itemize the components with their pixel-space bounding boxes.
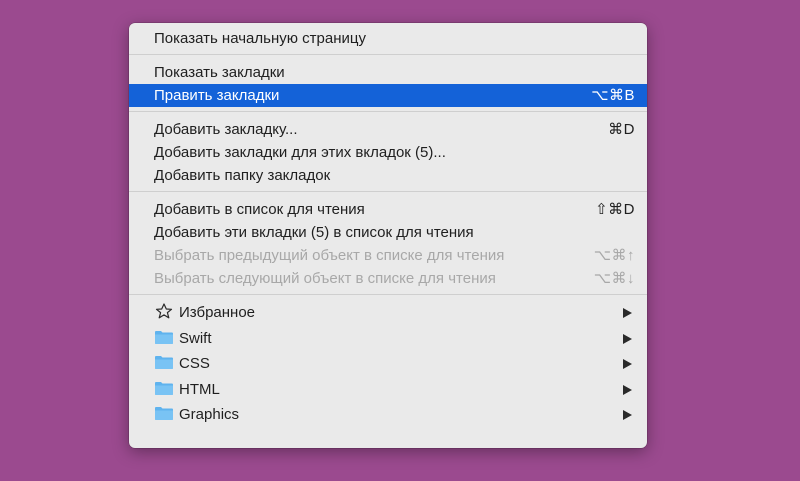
menu-item-add-to-reading-list[interactable]: Добавить в список для чтения ⇧⌘D: [129, 198, 647, 221]
menu-item-folder-swift[interactable]: Swift: [129, 326, 647, 352]
menu-item-shortcut: ⌥⌘B: [591, 87, 635, 104]
menu-item-folder-html[interactable]: HTML: [129, 377, 647, 403]
menu-separator: [129, 191, 647, 192]
menu-item-label: Показать начальную страницу: [154, 30, 366, 47]
menu-item-show-bookmarks[interactable]: Показать закладки: [129, 61, 647, 84]
menu-separator: [129, 111, 647, 112]
star-icon: [155, 303, 173, 319]
menu-item-add-tabs-to-reading-list[interactable]: Добавить эти вкладки (5) в список для чт…: [129, 221, 647, 244]
menu-item-shortcut: ⌘D: [608, 121, 635, 138]
menu-item-label: Graphics: [179, 406, 240, 423]
folder-icon: [155, 407, 173, 420]
menu-item-favorites[interactable]: Избранное: [129, 300, 647, 326]
menu-item-show-start-page[interactable]: Показать начальную страницу: [129, 27, 647, 50]
submenu-arrow-icon: [623, 384, 632, 395]
menu-item-add-bookmarks-for-tabs[interactable]: Добавить закладки для этих вкладок (5)..…: [129, 141, 647, 164]
menu-item-shortcut: ⇧⌘D: [595, 201, 635, 218]
menu-item-label: Править закладки: [154, 87, 280, 104]
menu-item-label: HTML: [179, 380, 220, 398]
menu-item-label: Избранное: [179, 304, 256, 321]
menu-item-label: Показать закладки: [154, 64, 285, 81]
menu-item-label: Выбрать следующий объект в списке для чт…: [154, 270, 496, 287]
menu-item-label: CSS: [179, 355, 210, 372]
menu-item-edit-bookmarks[interactable]: Править закладки ⌥⌘B: [129, 84, 647, 107]
menu-item-label: Добавить папку закладок: [154, 167, 331, 184]
menu-item-label: Выбрать предыдущий объект в списке для ч…: [154, 247, 505, 264]
submenu-arrow-icon: [623, 410, 632, 420]
submenu-arrow-icon: [623, 333, 632, 344]
menu-item-folder-css[interactable]: CSS: [129, 351, 647, 377]
menu-item-add-bookmark-folder[interactable]: Добавить папку закладок: [129, 164, 647, 187]
submenu-arrow-icon: [623, 308, 632, 318]
folder-icon: [155, 356, 173, 369]
menu-item-shortcut: ⌥⌘↑: [593, 247, 635, 264]
menu-item-label: Добавить эти вкладки (5) в список для чт…: [154, 224, 474, 241]
menu-item-shortcut: ⌥⌘↓: [593, 270, 635, 287]
menu-item-select-next-reading-item: Выбрать следующий объект в списке для чт…: [129, 267, 647, 290]
menu-item-label: Swift: [179, 329, 212, 347]
menu-item-select-previous-reading-item: Выбрать предыдущий объект в списке для ч…: [129, 244, 647, 267]
folder-icon: [155, 381, 173, 395]
menu-item-label: Добавить закладки для этих вкладок (5)..…: [154, 144, 446, 161]
menu-item-folder-graphics[interactable]: Graphics: [129, 402, 647, 428]
submenu-arrow-icon: [623, 359, 632, 369]
menu-item-add-bookmark[interactable]: Добавить закладку... ⌘D: [129, 118, 647, 141]
menu-item-label: Добавить закладку...: [154, 121, 298, 138]
folder-icon: [155, 330, 173, 344]
bookmarks-menu: Показать начальную страницу Показать зак…: [129, 23, 647, 448]
menu-separator: [129, 54, 647, 55]
menu-separator: [129, 294, 647, 295]
menu-item-label: Добавить в список для чтения: [154, 201, 365, 218]
